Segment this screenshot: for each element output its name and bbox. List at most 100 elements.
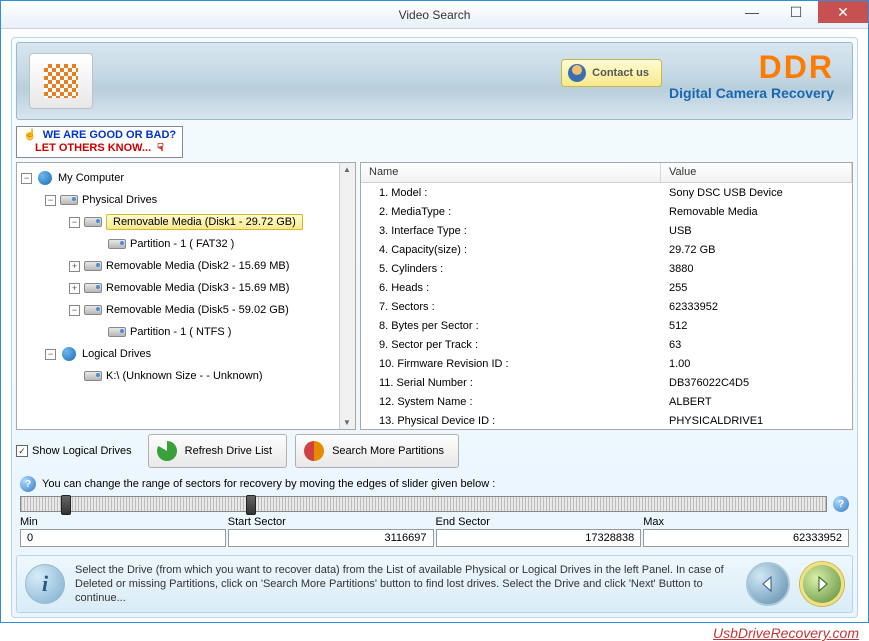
titlebar[interactable]: Video Search — ☐ ✕ — [1, 1, 868, 29]
property-row[interactable]: 10. Firmware Revision ID :1.00 — [361, 354, 852, 373]
person-icon — [568, 64, 586, 82]
expand-icon[interactable]: + — [69, 261, 80, 272]
button-label: Search More Partitions — [332, 445, 444, 457]
checkbox-label: Show Logical Drives — [32, 445, 132, 457]
info-bar: i Select the Drive (from which you want … — [16, 555, 853, 613]
property-name: 5. Cylinders : — [361, 263, 661, 275]
property-row[interactable]: 2. MediaType :Removable Media — [361, 202, 852, 221]
contact-us-button[interactable]: Contact us — [561, 59, 662, 87]
show-logical-drives-checkbox[interactable]: ✓ Show Logical Drives — [16, 445, 132, 457]
help-icon[interactable]: ? — [20, 476, 36, 492]
info-icon: i — [25, 564, 65, 604]
computer-icon — [38, 171, 52, 185]
search-more-partitions-button[interactable]: Search More Partitions — [295, 434, 459, 468]
property-name: 8. Bytes per Sector : — [361, 320, 661, 332]
collapse-icon[interactable]: − — [21, 173, 32, 184]
property-row[interactable]: 7. Sectors :62333952 — [361, 297, 852, 316]
collapse-icon[interactable]: − — [45, 349, 56, 360]
promo-line1: WE ARE GOOD OR BAD? — [43, 129, 176, 141]
drive-tree-panel[interactable]: −My Computer −Physical Drives −Removable… — [16, 162, 356, 430]
collapse-icon[interactable]: − — [69, 305, 80, 316]
tree-partition-fat32[interactable]: Partition - 1 ( FAT32 ) — [17, 233, 355, 255]
property-value: 29.72 GB — [661, 244, 852, 256]
property-row[interactable]: 5. Cylinders :3880 — [361, 259, 852, 278]
property-row[interactable]: 4. Capacity(size) :29.72 GB — [361, 240, 852, 259]
window-title: Video Search — [399, 8, 471, 22]
property-value: 3880 — [661, 263, 852, 275]
property-name: 4. Capacity(size) : — [361, 244, 661, 256]
slider-handle-left[interactable] — [61, 495, 71, 515]
property-name: 3. Interface Type : — [361, 225, 661, 237]
end-sector-value[interactable]: 17328838 — [436, 529, 642, 547]
tree-disk1[interactable]: −Removable Media (Disk1 - 29.72 GB) — [17, 211, 355, 233]
property-row[interactable]: 3. Interface Type :USB — [361, 221, 852, 240]
thumb-down-icon: ☟ — [157, 142, 164, 154]
tree-drive-k[interactable]: K:\ (Unknown Size - - Unknown) — [17, 365, 355, 387]
tree-root[interactable]: −My Computer — [17, 167, 355, 189]
property-value: USB — [661, 225, 852, 237]
property-value: ALBERT — [661, 396, 852, 408]
app-logo — [29, 53, 93, 109]
property-row[interactable]: 8. Bytes per Sector :512 — [361, 316, 852, 335]
close-button[interactable]: ✕ — [818, 1, 868, 23]
property-name: 11. Serial Number : — [361, 377, 661, 389]
slider-handle-right[interactable] — [246, 495, 256, 515]
thumb-up-icon: ☝ — [23, 129, 37, 141]
footer-link[interactable]: UsbDriveRecovery.com — [713, 625, 859, 641]
property-row[interactable]: 1. Model :Sony DSC USB Device — [361, 183, 852, 202]
brand-logo-text: DDR — [669, 51, 834, 83]
contact-label: Contact us — [592, 67, 649, 79]
property-name: 9. Sector per Track : — [361, 339, 661, 351]
drive-icon — [84, 305, 102, 315]
drive-icon — [84, 217, 102, 227]
property-row[interactable]: 9. Sector per Track :63 — [361, 335, 852, 354]
minimize-button[interactable]: — — [730, 1, 774, 23]
drive-icon — [108, 239, 126, 249]
property-value: 1.00 — [661, 358, 852, 370]
property-row[interactable]: 13. Physical Device ID :PHYSICALDRIVE1 — [361, 411, 852, 430]
next-button[interactable] — [800, 562, 844, 606]
tree-disk2[interactable]: +Removable Media (Disk2 - 15.69 MB) — [17, 255, 355, 277]
end-sector-label: End Sector — [436, 516, 642, 528]
checkbox-icon[interactable]: ✓ — [16, 445, 28, 457]
property-value: PHYSICALDRIVE1 — [661, 415, 852, 427]
property-value: 62333952 — [661, 301, 852, 313]
tree-scrollbar[interactable] — [339, 163, 355, 429]
brand-subtitle: Digital Camera Recovery — [669, 85, 834, 101]
header-banner: Contact us DDR Digital Camera Recovery — [16, 42, 853, 120]
property-row[interactable]: 6. Heads :255 — [361, 278, 852, 297]
tree-disk3[interactable]: +Removable Media (Disk3 - 15.69 MB) — [17, 277, 355, 299]
start-sector-value[interactable]: 3116697 — [228, 529, 434, 547]
sector-range-slider[interactable] — [20, 496, 827, 512]
tree-disk5[interactable]: −Removable Media (Disk5 - 59.02 GB) — [17, 299, 355, 321]
collapse-icon[interactable]: − — [45, 195, 56, 206]
drive-icon — [84, 371, 102, 381]
drive-icon — [108, 327, 126, 337]
property-value: 63 — [661, 339, 852, 351]
feedback-promo-button[interactable]: ☝ WE ARE GOOD OR BAD? LET OTHERS KNOW...… — [16, 126, 183, 158]
property-value: DB376022C4D5 — [661, 377, 852, 389]
tree-logical-drives[interactable]: −Logical Drives — [17, 343, 355, 365]
button-label: Refresh Drive List — [185, 445, 272, 457]
back-button[interactable] — [746, 562, 790, 606]
refresh-drive-list-button[interactable]: Refresh Drive List — [148, 434, 287, 468]
property-value: 512 — [661, 320, 852, 332]
column-header-name[interactable]: Name — [361, 163, 661, 182]
sector-range-section: ? You can change the range of sectors fo… — [16, 474, 853, 549]
promo-line2: LET OTHERS KNOW... — [35, 142, 151, 154]
column-header-value[interactable]: Value — [661, 163, 852, 182]
min-label: Min — [20, 516, 226, 528]
property-row[interactable]: 11. Serial Number :DB376022C4D5 — [361, 373, 852, 392]
collapse-icon[interactable]: − — [69, 217, 80, 228]
tree-physical-drives[interactable]: −Physical Drives — [17, 189, 355, 211]
tree-partition-ntfs[interactable]: Partition - 1 ( NTFS ) — [17, 321, 355, 343]
max-value[interactable]: 62333952 — [643, 529, 849, 547]
min-value[interactable]: 0 — [20, 529, 226, 547]
pie-chart-icon — [304, 441, 324, 461]
help-icon[interactable]: ? — [833, 496, 849, 512]
max-label: Max — [643, 516, 849, 528]
property-name: 13. Physical Device ID : — [361, 415, 661, 427]
maximize-button[interactable]: ☐ — [774, 1, 818, 23]
expand-icon[interactable]: + — [69, 283, 80, 294]
property-row[interactable]: 12. System Name :ALBERT — [361, 392, 852, 411]
